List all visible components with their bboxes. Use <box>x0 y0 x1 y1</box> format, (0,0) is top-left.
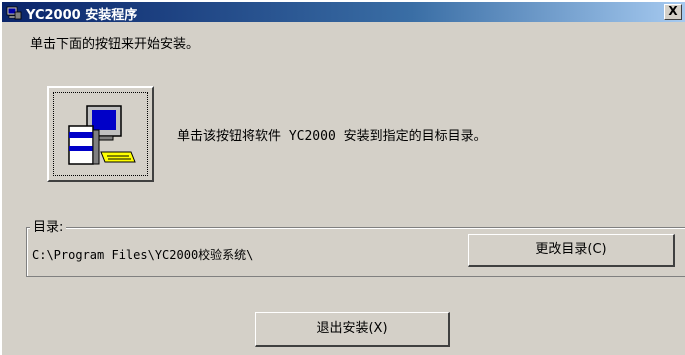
exit-setup-button[interactable]: 退出安装(X) <box>255 312 450 347</box>
intro-text: 单击下面的按钮来开始安装。 <box>30 37 200 52</box>
setup-window: YC2000 安装程序 X 单击下面的按钮来开始安装。 单击该按钮将软件 YC2… <box>0 0 685 355</box>
window-title: YC2000 安装程序 <box>26 8 138 23</box>
computer-install-icon <box>68 105 136 165</box>
install-path: C:\Program Files\YC2000校验系统\ <box>32 248 254 262</box>
close-button[interactable]: X <box>664 4 682 20</box>
change-directory-button[interactable]: 更改目录(C) <box>468 234 675 267</box>
install-description: 单击该按钮将软件 YC2000 安装到指定的目标目录。 <box>177 129 487 144</box>
directory-group-label: 目录: <box>30 216 67 235</box>
installer-icon <box>6 6 22 20</box>
install-button[interactable] <box>47 86 154 182</box>
title-bar[interactable]: YC2000 安装程序 X <box>2 2 685 23</box>
